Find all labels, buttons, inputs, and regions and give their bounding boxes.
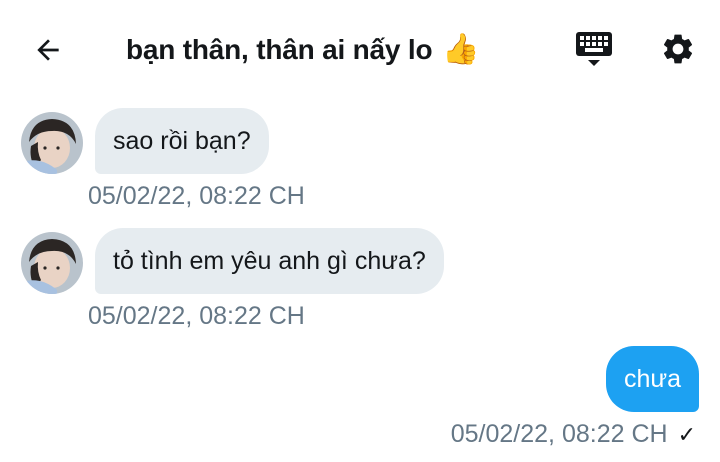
conversation-title: bạn thân, thân ai nấy lo [126, 34, 433, 65]
message-text: tỏ tình em yêu anh gì chưa? [113, 246, 426, 275]
message-row: chưa 05/02/22, 08:22 CH ✓ [0, 346, 720, 456]
thumbs-up-emoji: 👍 [442, 33, 480, 66]
avatar-image [21, 112, 83, 174]
message-bubble-outgoing[interactable]: chưa [605, 346, 699, 412]
settings-button[interactable] [658, 29, 698, 69]
conversation-title-group: bạn thân, thân ai nấy lo 👍 [126, 28, 480, 72]
message-text: chưa [623, 364, 681, 393]
message-meta: 05/02/22, 08:22 CH ✓ [451, 420, 696, 449]
avatar[interactable] [21, 232, 83, 294]
message-row: tỏ tình em yêu anh gì chưa? 05/02/22, 08… [0, 228, 720, 338]
back-button[interactable] [28, 30, 68, 70]
message-bubble-incoming[interactable]: sao rồi bạn? [95, 108, 269, 174]
keyboard-icon [576, 32, 612, 66]
message-timestamp: 05/02/22, 08:22 CH [450, 420, 668, 448]
arrow-left-icon [37, 39, 59, 61]
message-row: sao rồi bạn? 05/02/22, 08:22 CH [0, 108, 720, 218]
conversation-header: bạn thân, thân ai nấy lo 👍 [0, 0, 720, 98]
message-bubble-incoming[interactable]: tỏ tình em yêu anh gì chưa? [95, 228, 444, 294]
avatar[interactable] [21, 112, 83, 174]
message-timestamp: 05/02/22, 08:22 CH [88, 302, 305, 330]
gear-icon [663, 34, 693, 64]
message-text: sao rồi bạn? [113, 126, 251, 155]
keyboard-button[interactable] [574, 30, 614, 70]
sent-check-icon: ✓ [677, 421, 696, 447]
message-timestamp: 05/02/22, 08:22 CH [88, 182, 305, 210]
avatar-image [21, 232, 83, 294]
